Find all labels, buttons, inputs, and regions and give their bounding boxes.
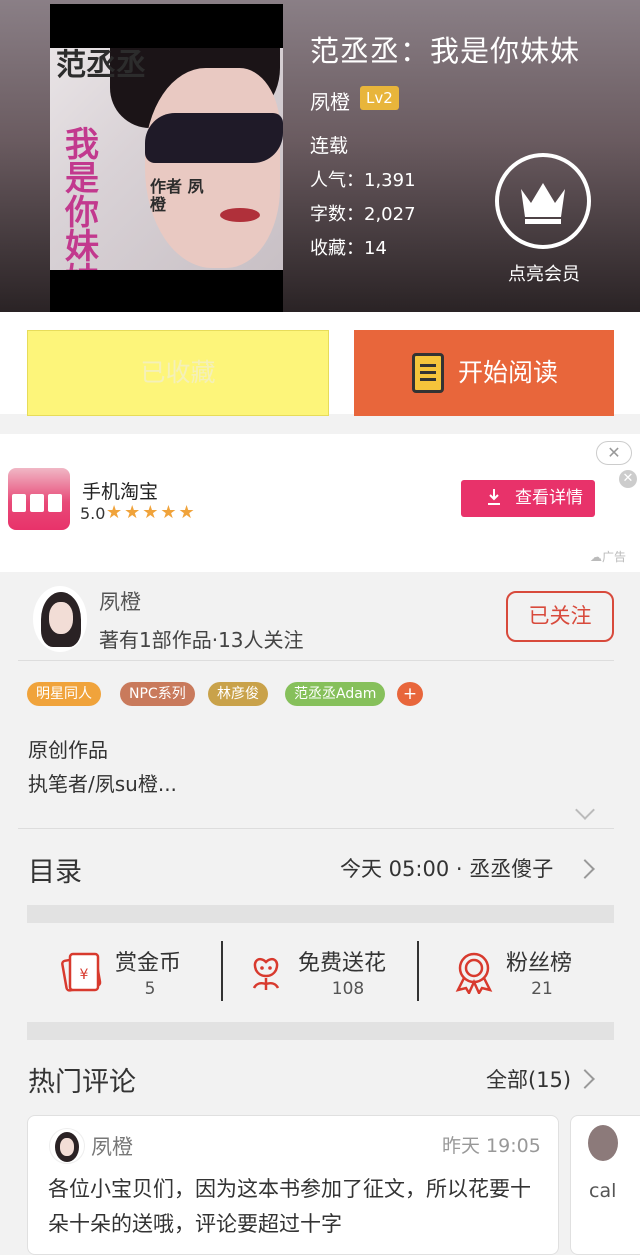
book-status: 连载 (310, 135, 349, 157)
toc-title[interactable]: 目录 (28, 850, 82, 889)
divider (18, 828, 614, 829)
reward-flowers-label[interactable]: 免费送花 (298, 945, 386, 977)
section-band (27, 1022, 614, 1040)
svg-text:¥: ¥ (80, 967, 89, 983)
author-avatar[interactable] (33, 586, 87, 652)
ad-tag: ☁广告 (590, 550, 627, 564)
reward-coins-value: 5 (144, 979, 156, 999)
reward-flowers-value: 108 (331, 979, 365, 999)
separator (417, 941, 419, 1001)
follow-button[interactable]: 已关注 (506, 591, 614, 642)
cover-text-side: 作者 夙橙 (150, 177, 204, 214)
cover-text-main: 我是你妹妹 (65, 125, 99, 270)
toc-latest-chapter[interactable]: 今天 05:00 · 丞丞傻子 (340, 853, 553, 883)
description-line-1: 原创作品 (28, 738, 108, 762)
ad-close-icon[interactable]: ✕ (596, 441, 632, 465)
ad-app-name: 手机淘宝 (82, 481, 159, 503)
comments-all-link[interactable]: 全部(15) (486, 1064, 571, 1094)
favorites-stat: 收藏：14 (310, 238, 387, 259)
comments-chevron-icon[interactable] (575, 1069, 595, 1089)
author-name[interactable]: 夙橙 (99, 586, 141, 616)
cover-text-top: 范丞丞 (56, 48, 146, 83)
expand-chevron-icon[interactable] (575, 800, 595, 820)
book-author[interactable]: 夙橙 (310, 86, 350, 115)
medal-icon[interactable] (452, 950, 496, 994)
ad-details-button[interactable]: 查看详情 (461, 480, 595, 517)
comment-text: 各位小宝贝们，因为这本书参加了征文，所以花要十朵十朵的送哦，评论要超过十字 (48, 1177, 531, 1236)
author-meta: 著有1部作品·13人关注 (99, 628, 304, 652)
add-tag-icon[interactable]: + (397, 682, 423, 706)
member-label[interactable]: 点亮会员 (494, 260, 594, 286)
comments-title: 热门评论 (28, 1067, 136, 1098)
reward-fans-label[interactable]: 粉丝榜 (506, 945, 572, 977)
collected-button[interactable]: 已收藏 (27, 330, 329, 416)
word-count-stat: 字数：2,027 (310, 204, 416, 225)
separator (221, 941, 223, 1001)
ad-app-icon (8, 468, 70, 530)
book-cover[interactable]: 范丞丞 我是你妹妹 作者 夙橙 (50, 4, 283, 312)
reward-coins-label[interactable]: 赏金币 (115, 945, 181, 977)
ad-dismiss-icon[interactable]: ✕ (619, 470, 637, 488)
book-title: 范丞丞：我是你妹妹 (310, 34, 581, 68)
section-band (27, 905, 614, 923)
red-envelope-icon[interactable]: ¥ (60, 950, 104, 994)
download-icon (488, 489, 500, 505)
ad-rating: 5.0 (80, 504, 106, 523)
book-icon (412, 353, 444, 393)
comment-text: cal (589, 1180, 617, 1202)
tag-2[interactable]: 林彦俊 (208, 682, 268, 706)
ad-stars: ★★★★★ (106, 502, 197, 523)
reward-fans-value: 21 (531, 979, 553, 999)
commenter-avatar[interactable] (49, 1128, 85, 1164)
toc-chevron-icon[interactable] (575, 859, 595, 879)
commenter-name[interactable]: 夙橙 (91, 1131, 133, 1161)
commenter-avatar[interactable] (588, 1125, 618, 1161)
tag-1[interactable]: NPC系列 (120, 682, 195, 706)
crown-icon[interactable] (495, 153, 591, 249)
start-reading-button[interactable]: 开始阅读 (354, 330, 614, 416)
description-line-2: 执笔者/夙su橙... (28, 772, 177, 796)
cover-art: 范丞丞 我是你妹妹 作者 夙橙 (50, 48, 283, 270)
tag-3[interactable]: 范丞丞Adam (285, 682, 386, 706)
popularity-stat: 人气：1,391 (310, 170, 416, 191)
author-level-badge: Lv2 (360, 86, 399, 110)
tag-0[interactable]: 明星同人 (27, 682, 101, 706)
comment-time: 昨天 19:05 (442, 1135, 541, 1157)
flower-icon[interactable] (244, 950, 288, 994)
divider (18, 660, 614, 661)
